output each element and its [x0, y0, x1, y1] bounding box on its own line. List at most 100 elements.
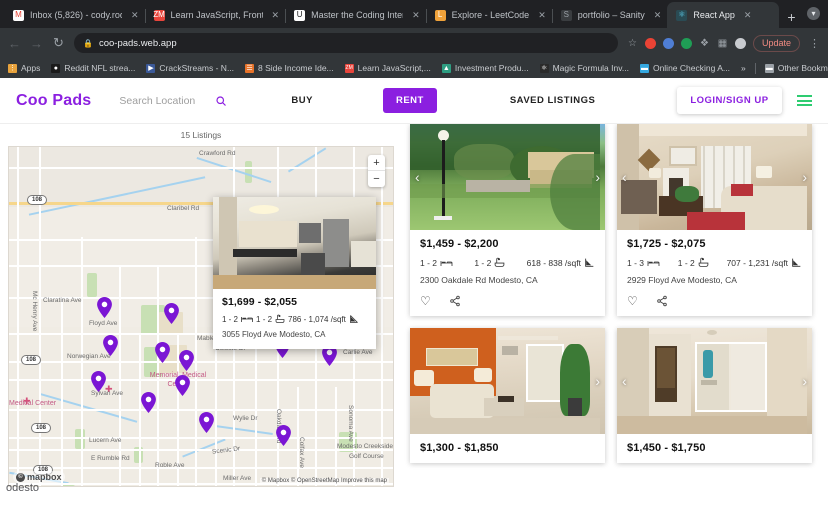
map-label: Golf Course: [349, 453, 384, 460]
lock-icon: 🔒: [83, 38, 93, 48]
window-control-icon[interactable]: ▾: [807, 7, 820, 20]
map-label: Lucern Ave: [89, 437, 122, 444]
cast-icon[interactable]: ▦: [717, 38, 728, 49]
site-logo[interactable]: Coo Pads: [16, 92, 91, 110]
tab-close-icon[interactable]: ✕: [272, 10, 280, 20]
map-pin[interactable]: [175, 375, 190, 396]
map-pin[interactable]: [199, 412, 214, 433]
carousel-next-button[interactable]: ›: [595, 374, 600, 388]
map-label: Claribel Rd: [167, 205, 200, 212]
listing-address: 2300 Oakdale Rd Modesto, CA: [420, 275, 538, 285]
search-input[interactable]: [119, 94, 208, 107]
map-zoom-controls: + −: [368, 155, 385, 187]
carousel-prev-button[interactable]: ‹: [622, 170, 627, 184]
bed-icon: [440, 259, 453, 267]
browser-tab-active[interactable]: ⚛ React App ✕: [667, 2, 780, 28]
extension-blue-icon[interactable]: [662, 37, 674, 49]
listing-info: $1,725 - $2,075 1 - 3 1 - 2 707 - 1,231 …: [617, 230, 812, 316]
bookmark-magic-formula[interactable]: ⚛ Magic Formula Inv...: [539, 63, 629, 73]
map-pin[interactable]: [179, 350, 194, 371]
map-pin[interactable]: [276, 425, 291, 446]
listing-card[interactable]: › $1,300 - $1,850: [410, 328, 605, 463]
map-pin[interactable]: [91, 371, 106, 392]
map-attribution[interactable]: © Mapbox © OpenStreetMap Improve this ma…: [259, 478, 389, 484]
listing-card[interactable]: ‹ › $1,450 - $1,750: [617, 328, 812, 463]
browser-tab[interactable]: U Master the Coding Interview ✕: [285, 2, 427, 28]
bookmark-label: Investment Produ...: [454, 63, 529, 73]
tab-close-icon[interactable]: ✕: [654, 10, 662, 20]
extension-red-icon[interactable]: [644, 37, 656, 49]
other-bookmarks-folder[interactable]: ▬ Other Bookmarks: [764, 63, 828, 73]
tab-close-icon[interactable]: ✕: [744, 10, 752, 20]
map-zoom-out-button[interactable]: −: [368, 171, 385, 187]
map-pin[interactable]: [97, 297, 112, 318]
other-bookmarks-label: Other Bookmarks: [777, 63, 828, 73]
map-pin[interactable]: [164, 303, 179, 324]
map-pin[interactable]: [103, 335, 118, 356]
map-label: Sonoma Ave: [347, 405, 354, 442]
back-button[interactable]: ←: [8, 36, 21, 51]
share-icon[interactable]: [656, 295, 668, 307]
browser-tab[interactable]: ZM Learn JavaScript, Front-End ✕: [145, 2, 287, 28]
extension-puzzle-icon[interactable]: ❖: [699, 38, 710, 49]
new-tab-button[interactable]: +: [779, 9, 803, 28]
nav-buy[interactable]: BUY: [291, 95, 313, 106]
area-icon: [791, 257, 802, 268]
bookmark-side-income[interactable]: ☰ 8 Side Income Ide...: [245, 63, 334, 73]
favorite-heart-icon[interactable]: ♡: [420, 295, 431, 307]
carousel-next-button[interactable]: ›: [595, 170, 600, 184]
listing-info: $1,450 - $1,750: [617, 434, 812, 463]
browser-tab[interactable]: S portfolio – Sanity ✕: [552, 2, 669, 28]
map-popup-card[interactable]: $1,699 - $2,055 1 - 2 1 - 2 786 - 1,074 …: [213, 197, 376, 349]
update-button[interactable]: Update: [752, 34, 800, 52]
popup-beds: 1 - 2: [222, 315, 253, 324]
bookmark-investment[interactable]: ▲ Investment Produ...: [441, 63, 529, 73]
magic-formula-icon: ⚛: [539, 63, 549, 73]
tab-close-icon[interactable]: ✕: [131, 10, 139, 20]
nav-rent[interactable]: RENT: [382, 88, 437, 113]
leetcode-icon: L: [434, 9, 446, 21]
listing-price: $1,300 - $1,850: [420, 442, 499, 454]
map-pin[interactable]: [141, 392, 156, 413]
crackstreams-icon: ▶: [146, 63, 156, 73]
tab-close-icon[interactable]: ✕: [538, 10, 546, 20]
browser-tab[interactable]: M Inbox (5,826) - cody.rod93 ✕: [4, 2, 146, 28]
carousel-prev-button[interactable]: ‹: [622, 374, 627, 388]
carousel-prev-button[interactable]: ‹: [415, 170, 420, 184]
bookmark-star-icon[interactable]: ☆: [627, 38, 638, 49]
search-icon[interactable]: [215, 95, 227, 107]
forward-button[interactable]: →: [30, 36, 43, 51]
bed-icon: [241, 315, 253, 323]
carousel-next-button[interactable]: ›: [802, 170, 807, 184]
share-icon[interactable]: [449, 295, 461, 307]
bookmark-reddit-nfl[interactable]: ● Reddit NFL strea...: [51, 63, 135, 73]
listing-card[interactable]: ‹ › $1,459 - $2,200 1 - 2 1 - 2 618 - 83…: [410, 124, 605, 316]
carousel-next-button[interactable]: ›: [802, 374, 807, 388]
divider: [754, 62, 756, 74]
map-pin[interactable]: [155, 342, 170, 363]
extension-green-icon[interactable]: [680, 37, 692, 49]
reload-button[interactable]: ↻: [52, 35, 65, 51]
zerotomastery-icon: ZM: [153, 9, 165, 21]
nav-saved-listings[interactable]: SAVED LISTINGS: [510, 95, 595, 106]
address-bar[interactable]: 🔒 coo-pads.web.app: [74, 33, 618, 53]
listing-card[interactable]: ‹ › $1,725 - $2,075 1 - 3 1 - 2 707 - 1,…: [617, 124, 812, 316]
menu-hamburger-icon[interactable]: [797, 95, 812, 106]
map-label: Claratina Ave: [43, 297, 82, 304]
login-signup-button[interactable]: LOGIN/SIGN UP: [677, 87, 782, 114]
bookmark-learn-javascript[interactable]: ZM Learn JavaScript,...: [344, 63, 431, 73]
favorite-heart-icon[interactable]: ♡: [627, 295, 638, 307]
apps-grid-icon: ⋮: [8, 63, 17, 73]
tab-close-icon[interactable]: ✕: [412, 10, 420, 20]
bookmark-label: CrackStreams - N...: [159, 63, 235, 73]
bookmark-crackstreams[interactable]: ▶ CrackStreams - N...: [146, 63, 234, 73]
online-checking-icon: ▬: [639, 63, 649, 73]
react-icon: ⚛: [676, 9, 688, 21]
browser-tab[interactable]: L Explore - LeetCode ✕: [426, 2, 553, 28]
map-zoom-in-button[interactable]: +: [368, 155, 385, 171]
profile-avatar-icon[interactable]: [734, 37, 746, 49]
bookmarks-overflow-button[interactable]: »: [741, 63, 746, 73]
bookmark-apps[interactable]: ⋮ Apps: [8, 63, 40, 73]
bookmark-online-checking[interactable]: ▬ Online Checking A...: [639, 63, 730, 73]
browser-menu-icon[interactable]: ⋮: [807, 37, 820, 50]
